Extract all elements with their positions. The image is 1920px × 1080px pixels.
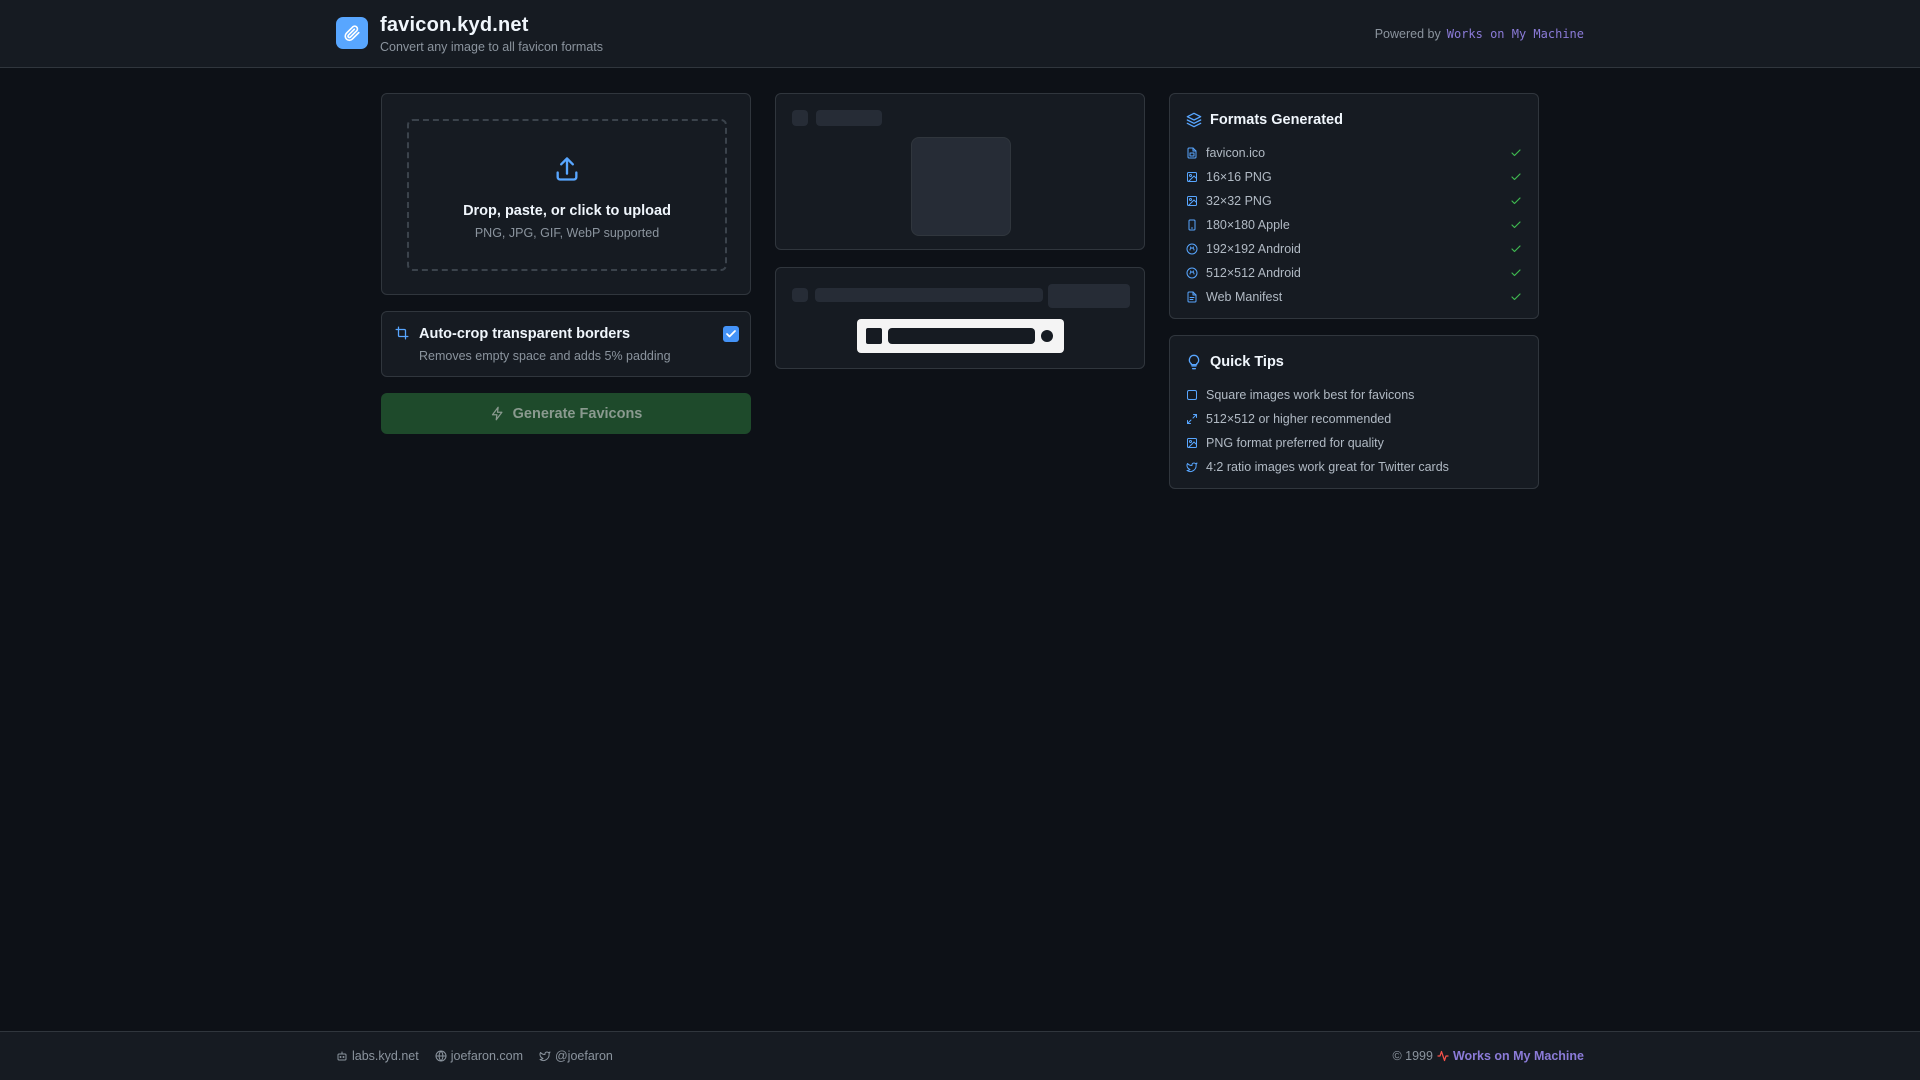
autocrop-label: Auto-crop transparent borders xyxy=(419,326,631,342)
format-label: 512×512 Android xyxy=(1206,266,1301,280)
twitter-icon xyxy=(539,1050,551,1062)
formats-generated-card: Formats Generated favicon.ico 16×16 PNG 32… xyxy=(1169,93,1539,319)
format-item: favicon.ico xyxy=(1186,141,1522,165)
generate-favicons-button[interactable]: Generate Favicons xyxy=(381,393,751,434)
format-item: Web Manifest xyxy=(1186,285,1522,309)
layers-icon xyxy=(1186,112,1202,128)
copyright-text: © 1999 xyxy=(1392,1049,1433,1063)
image-icon xyxy=(1186,195,1198,207)
site-subtitle: Convert any image to all favicon formats xyxy=(380,40,604,54)
format-label: 16×16 PNG xyxy=(1206,170,1272,184)
twitter-icon xyxy=(1186,461,1198,473)
upload-formats-hint: PNG, JPG, GIF, WebP supported xyxy=(474,226,660,240)
image-icon xyxy=(1186,437,1198,449)
browser-tab-preview xyxy=(857,319,1064,353)
powered-by-link[interactable]: Works on My Machine xyxy=(1447,27,1584,41)
formats-title: Formats Generated xyxy=(1210,112,1343,128)
phone-icon xyxy=(1186,219,1198,231)
format-label: Web Manifest xyxy=(1206,290,1283,304)
lightning-icon xyxy=(491,406,503,421)
format-label: 32×32 PNG xyxy=(1206,194,1272,208)
footer-link-label: joefaron.com xyxy=(450,1049,523,1063)
skeleton-button-placeholder xyxy=(1048,284,1130,308)
format-item: 16×16 PNG xyxy=(1186,165,1522,189)
tips-title: Quick Tips xyxy=(1210,354,1284,370)
tip-item: PNG format preferred for quality xyxy=(1186,431,1522,455)
skeleton-icon-placeholder xyxy=(792,288,808,302)
check-icon xyxy=(1510,291,1522,303)
paperclip-logo-icon[interactable] xyxy=(336,17,368,49)
skeleton-image-placeholder xyxy=(911,137,1011,236)
footer-link[interactable]: joefaron.com xyxy=(435,1049,523,1063)
square-icon xyxy=(1186,389,1198,401)
tip-label: Square images work best for favicons xyxy=(1206,388,1415,402)
check-icon xyxy=(1510,147,1522,159)
format-item: 512×512 Android xyxy=(1186,261,1522,285)
tip-item: Square images work best for favicons xyxy=(1186,383,1522,407)
format-label: 192×192 Android xyxy=(1206,242,1301,256)
document-icon xyxy=(1186,291,1198,303)
format-label: 180×180 Apple xyxy=(1206,218,1290,232)
check-icon xyxy=(1510,267,1522,279)
tip-label: PNG format preferred for quality xyxy=(1206,436,1384,450)
skeleton-icon-placeholder xyxy=(792,110,808,126)
checkmark-icon xyxy=(726,330,736,338)
generate-button-label: Generate Favicons xyxy=(512,405,643,422)
footer-link-label: @joefaron xyxy=(554,1049,613,1063)
autocrop-description: Removes empty space and adds 5% padding xyxy=(419,349,671,363)
upload-card: Drop, paste, or click to upload PNG, JPG… xyxy=(381,93,751,295)
tip-item: 4:2 ratio images work great for Twitter … xyxy=(1186,455,1522,479)
preview-skeleton-card xyxy=(775,93,1145,250)
check-icon xyxy=(1510,171,1522,183)
image-icon xyxy=(1186,171,1198,183)
autocrop-checkbox[interactable] xyxy=(723,326,739,342)
check-icon xyxy=(1510,243,1522,255)
footer-link[interactable]: labs.kyd.net xyxy=(336,1049,419,1063)
tip-label: 4:2 ratio images work great for Twitter … xyxy=(1206,460,1449,474)
activity-icon xyxy=(1437,1050,1449,1062)
crop-icon xyxy=(395,326,409,345)
quick-tips-card: Quick Tips Square images work best for f… xyxy=(1169,335,1539,489)
upload-icon xyxy=(553,154,581,189)
android-icon xyxy=(1186,243,1198,255)
skeleton-title-placeholder xyxy=(816,110,882,126)
formats-list: favicon.ico 16×16 PNG 32×32 PNG 180×180 App… xyxy=(1186,141,1522,309)
check-icon xyxy=(1510,195,1522,207)
skeleton-text-placeholder xyxy=(815,288,1043,302)
footer-brand-link[interactable]: Works on My Machine xyxy=(1453,1049,1584,1063)
site-title[interactable]: favicon.kyd.net xyxy=(380,14,529,37)
tips-list: Square images work best for favicons 512×… xyxy=(1186,383,1522,479)
upload-dropzone[interactable]: Drop, paste, or click to upload PNG, JPG… xyxy=(407,119,727,271)
format-item: 180×180 Apple xyxy=(1186,213,1522,237)
robot-icon xyxy=(336,1050,348,1062)
footer-link-label: labs.kyd.net xyxy=(352,1049,419,1063)
globe-icon xyxy=(435,1050,447,1062)
autocrop-card: Auto-crop transparent borders Removes em… xyxy=(381,311,751,377)
upload-title: Drop, paste, or click to upload xyxy=(463,203,671,219)
footer-links: labs.kyd.net joefaron.com @joefaron xyxy=(336,1049,613,1063)
powered-by: Powered by Works on My Machine xyxy=(1375,27,1584,41)
expand-icon xyxy=(1186,413,1198,425)
tip-label: 512×512 or higher recommended xyxy=(1206,412,1392,426)
tips-header: Quick Tips xyxy=(1186,354,1284,370)
browser-preview-skeleton-card xyxy=(775,267,1145,369)
lightbulb-icon xyxy=(1188,354,1200,370)
tab-title-placeholder xyxy=(888,328,1035,344)
tip-item: 512×512 or higher recommended xyxy=(1186,407,1522,431)
powered-by-label: Powered by xyxy=(1374,27,1441,41)
check-icon xyxy=(1510,219,1522,231)
footer-copyright: © 1999 Works on My Machine xyxy=(1392,1049,1584,1063)
tab-close-placeholder xyxy=(1041,330,1053,342)
site-footer: labs.kyd.net joefaron.com @joefaron © 1999… xyxy=(0,1031,1920,1080)
tab-favicon-placeholder xyxy=(866,328,882,344)
format-item: 192×192 Android xyxy=(1186,237,1522,261)
file-icon xyxy=(1186,147,1198,159)
format-item: 32×32 PNG xyxy=(1186,189,1522,213)
formats-header: Formats Generated xyxy=(1186,112,1343,128)
format-label: favicon.ico xyxy=(1206,146,1266,160)
site-header: favicon.kyd.net Convert any image to all… xyxy=(0,0,1920,68)
android-icon xyxy=(1186,267,1198,279)
footer-link[interactable]: @joefaron xyxy=(539,1049,613,1063)
